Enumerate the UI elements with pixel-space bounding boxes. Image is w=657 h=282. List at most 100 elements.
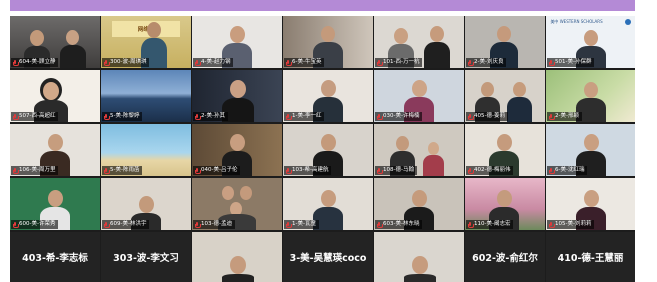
participant-tile[interactable]: 103-希-高建航 bbox=[283, 124, 373, 176]
muted-mic-icon bbox=[377, 168, 383, 174]
participant-name: 4-美-赵力钢 bbox=[193, 58, 234, 67]
participant-name: 501-美-孙保群 bbox=[547, 58, 595, 67]
participant-name: 2-美-刘庆良 bbox=[466, 58, 507, 67]
muted-mic-icon bbox=[377, 222, 383, 228]
muted-mic-icon bbox=[104, 114, 110, 120]
participant-name: 030-美-许梅楠 bbox=[375, 112, 423, 121]
muted-mic-icon bbox=[104, 222, 110, 228]
organization-logo: 美中 WESTERN SCHOLARS bbox=[550, 18, 631, 25]
participant-name: 6-美-牛宝英 bbox=[284, 58, 325, 67]
banner-graphic: 网络教 bbox=[111, 21, 181, 37]
muted-mic-icon bbox=[549, 168, 555, 174]
participant-tile[interactable]: 美中 WESTERN SCHOLARS 501-美-孙保群 bbox=[546, 16, 635, 68]
participant-tile[interactable]: 1-美-李一红 bbox=[283, 70, 373, 122]
participant-tile[interactable]: 4-美-赵力钢 bbox=[192, 16, 282, 68]
muted-mic-icon bbox=[195, 60, 201, 66]
meeting-header-bar bbox=[10, 0, 635, 11]
muted-mic-icon bbox=[104, 60, 110, 66]
muted-mic-icon bbox=[195, 222, 201, 228]
participant-tile[interactable]: 2-美-邢颖 bbox=[546, 70, 635, 122]
muted-mic-icon bbox=[195, 114, 201, 120]
participant-tile[interactable]: 6-美-牛宝英 bbox=[283, 16, 373, 68]
participant-display-name: 3-美-吴慧瑛coco bbox=[289, 253, 367, 264]
participant-name: 1-美-瓦童 bbox=[284, 220, 319, 229]
participant-name: 6-美-沈红瑞 bbox=[547, 166, 588, 175]
participant-name: 300-波-周琪琪 bbox=[102, 58, 150, 67]
participant-tile[interactable]: 040-美-吕子伦 bbox=[192, 124, 282, 176]
muted-mic-icon bbox=[549, 222, 555, 228]
participant-tile[interactable]: 5-美-陈黎婷 bbox=[101, 70, 191, 122]
participant-tile[interactable]: 604-美-顾立静 bbox=[10, 16, 100, 68]
muted-mic-icon bbox=[468, 60, 474, 66]
participant-name: 600-美-许荣秀 bbox=[11, 220, 59, 229]
participant-tile[interactable]: 110-美-阚志宏 bbox=[465, 178, 545, 230]
participant-display-name: 303-波-李文习 bbox=[113, 253, 179, 264]
participant-name: 5-美-陈黎婷 bbox=[102, 112, 143, 121]
participant-name: 604-美-顾立静 bbox=[11, 58, 59, 67]
participant-tile[interactable]: 507-西-高超红 bbox=[10, 70, 100, 122]
logo-mark-icon bbox=[624, 18, 631, 25]
participant-tile[interactable]: 网络教 300-波-周琪琪 bbox=[101, 16, 191, 68]
participant-name: 106-美-周万里 bbox=[11, 166, 59, 175]
muted-mic-icon bbox=[377, 60, 383, 66]
participant-tile[interactable]: 603-美-林东晓 bbox=[374, 178, 464, 230]
muted-mic-icon bbox=[13, 114, 19, 120]
muted-mic-icon bbox=[104, 168, 110, 174]
participant-name: 040-美-吕子伦 bbox=[193, 166, 241, 175]
participant-name: 110-美-阚志宏 bbox=[466, 220, 514, 229]
participant-name: 5-美-陈雨菡 bbox=[102, 166, 143, 175]
participant-name: 507-西-高超红 bbox=[11, 112, 59, 121]
muted-mic-icon bbox=[286, 222, 292, 228]
muted-mic-icon bbox=[377, 114, 383, 120]
participant-tile[interactable]: 6-美-沈红瑞 bbox=[546, 124, 635, 176]
participant-name: 603-美-林东晓 bbox=[375, 220, 423, 229]
participant-display-name: 602-波-俞红尔 bbox=[472, 253, 538, 264]
participant-name: 609-美-林洪宇 bbox=[102, 220, 150, 229]
muted-mic-icon bbox=[468, 114, 474, 120]
participant-name-tile[interactable]: 410-德-王慧丽 bbox=[546, 232, 635, 282]
participant-name: 2-美-邢颖 bbox=[547, 112, 582, 121]
participant-name: 108-德-马翰 bbox=[375, 166, 417, 175]
muted-mic-icon bbox=[549, 60, 555, 66]
participant-tile[interactable]: 030-美-许梅楠 bbox=[374, 70, 464, 122]
muted-mic-icon bbox=[195, 168, 201, 174]
participant-name-tile[interactable]: 303-波-李文习 bbox=[101, 232, 191, 282]
participant-name: 1-美-李一红 bbox=[284, 112, 325, 121]
participant-name: 105-美-刘莉莉 bbox=[547, 220, 595, 229]
participant-name: 2-美-孙其 bbox=[193, 112, 228, 121]
muted-mic-icon bbox=[286, 114, 292, 120]
participant-name: 103-德-孟迪 bbox=[193, 220, 235, 229]
participant-tile[interactable]: 609-美-林洪宇 bbox=[101, 178, 191, 230]
participant-name: 405-德-姜莉 bbox=[466, 112, 508, 121]
participant-display-name: 410-德-王慧丽 bbox=[557, 253, 624, 264]
participant-tile[interactable]: 101-西-万一杭 bbox=[374, 16, 464, 68]
participant-tile[interactable] bbox=[192, 232, 282, 282]
participant-tile[interactable]: 5-美-陈雨菡 bbox=[101, 124, 191, 176]
gallery-view: 604-美-顾立静 网络教 300-波-周琪琪 4-美-赵力钢 6-美-牛宝英 … bbox=[10, 16, 635, 282]
participant-name: 103-希-高建航 bbox=[284, 166, 332, 175]
participant-tile[interactable]: 108-德-马翰 bbox=[374, 124, 464, 176]
muted-mic-icon bbox=[13, 222, 19, 228]
muted-mic-icon bbox=[13, 168, 19, 174]
muted-mic-icon bbox=[468, 222, 474, 228]
participant-tile[interactable]: 103-德-孟迪 bbox=[192, 178, 282, 230]
muted-mic-icon bbox=[286, 60, 292, 66]
muted-mic-icon bbox=[468, 168, 474, 174]
participant-name-tile[interactable]: 3-美-吴慧瑛coco bbox=[283, 232, 373, 282]
participant-tile[interactable]: 106-美-周万里 bbox=[10, 124, 100, 176]
participant-tile[interactable]: 405-德-姜莉 bbox=[465, 70, 545, 122]
muted-mic-icon bbox=[13, 60, 19, 66]
participant-tile[interactable]: 402-德-梅丽伟 bbox=[465, 124, 545, 176]
participant-name: 402-德-梅丽伟 bbox=[466, 166, 514, 175]
muted-mic-icon bbox=[286, 168, 292, 174]
participant-name-tile[interactable]: 602-波-俞红尔 bbox=[465, 232, 545, 282]
participant-tile[interactable]: 2-美-刘庆良 bbox=[465, 16, 545, 68]
participant-tile[interactable]: 1-美-瓦童 bbox=[283, 178, 373, 230]
participant-name-tile[interactable]: 403-希-李志标 bbox=[10, 232, 100, 282]
participant-tile[interactable] bbox=[374, 232, 464, 282]
participant-tile[interactable]: 105-美-刘莉莉 bbox=[546, 178, 635, 230]
participant-tile[interactable]: 2-美-孙其 bbox=[192, 70, 282, 122]
participant-tile[interactable]: 600-美-许荣秀 bbox=[10, 178, 100, 230]
muted-mic-icon bbox=[549, 114, 555, 120]
participant-name: 101-西-万一杭 bbox=[375, 58, 423, 67]
